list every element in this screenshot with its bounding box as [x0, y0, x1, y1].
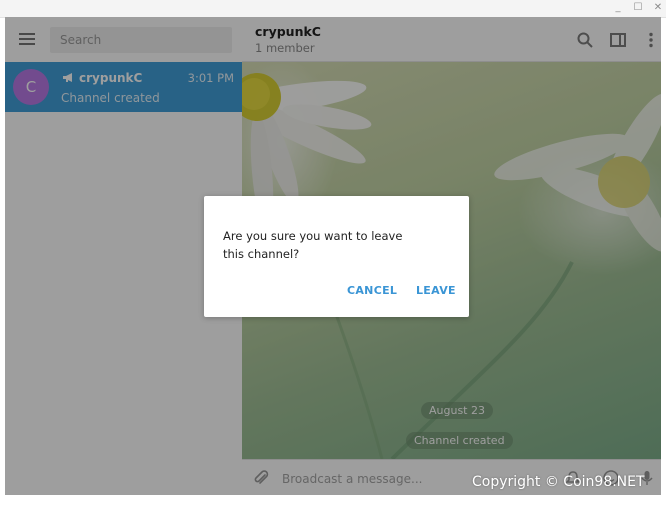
cancel-button[interactable]: CANCEL — [347, 284, 397, 297]
leave-channel-dialog: Are you sure you want to leave this chan… — [204, 196, 469, 317]
leave-button[interactable]: LEAVE — [416, 284, 456, 297]
window-titlebar: _ ☐ ✕ — [0, 0, 666, 18]
minimize-button[interactable]: _ — [611, 2, 625, 14]
maximize-button[interactable]: ☐ — [631, 2, 645, 14]
watermark-text: Copyright © Coin98.NET — [472, 474, 645, 490]
close-window-button[interactable]: ✕ — [651, 2, 665, 14]
dialog-message: Are you sure you want to leave this chan… — [223, 229, 403, 261]
